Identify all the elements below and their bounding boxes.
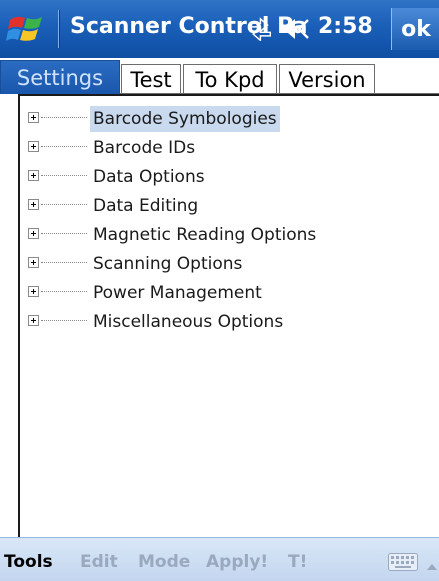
- tree-item-label[interactable]: Data Editing: [90, 193, 201, 219]
- tree-item-power-management[interactable]: Power Management: [20, 280, 420, 306]
- expand-icon[interactable]: [28, 228, 39, 239]
- tree-item-label[interactable]: Magnetic Reading Options: [90, 222, 319, 248]
- tree-item-data-editing[interactable]: Data Editing: [20, 193, 420, 219]
- ok-button[interactable]: ok: [391, 8, 439, 50]
- tree-item-label[interactable]: Power Management: [90, 280, 265, 306]
- tree-connector: [41, 233, 87, 234]
- menu-bar: Tools Edit Mode Apply! T!: [0, 537, 439, 581]
- tree-item-label[interactable]: Barcode IDs: [90, 135, 198, 161]
- chevron-up-icon[interactable]: [426, 557, 438, 570]
- tree-item-scanning-options[interactable]: Scanning Options: [20, 251, 420, 277]
- title-bar: Scanner Control Pa 2:58 ok: [0, 0, 439, 58]
- windows-flag-icon[interactable]: [6, 12, 52, 46]
- tree-connector: [41, 175, 87, 176]
- volume-icon[interactable]: [280, 16, 314, 42]
- tree-connector: [41, 204, 87, 205]
- expand-icon[interactable]: [28, 112, 39, 123]
- tree-connector: [41, 262, 87, 263]
- tree-item-label[interactable]: Scanning Options: [90, 251, 245, 277]
- tree-connector: [41, 291, 87, 292]
- tree-connector: [41, 117, 87, 118]
- tab-version[interactable]: Version: [279, 64, 375, 94]
- tab-strip: Settings Test To Kpd Version: [0, 58, 439, 94]
- tab-settings[interactable]: Settings: [0, 60, 120, 94]
- tree-item-miscellaneous-options[interactable]: Miscellaneous Options: [20, 309, 420, 335]
- clock[interactable]: 2:58: [318, 14, 373, 39]
- tree-item-label[interactable]: Barcode Symbologies: [90, 106, 280, 132]
- expand-icon[interactable]: [28, 141, 39, 152]
- menu-mode[interactable]: Mode: [138, 552, 190, 572]
- tree-item-magnetic-reading-options[interactable]: Magnetic Reading Options: [20, 222, 420, 248]
- tree-item-label[interactable]: Data Options: [90, 164, 208, 190]
- tab-to-kpd[interactable]: To Kpd: [183, 64, 277, 94]
- tree-connector: [41, 320, 87, 321]
- menu-t[interactable]: T!: [288, 552, 307, 572]
- menu-apply[interactable]: Apply!: [206, 552, 268, 572]
- tree-item-barcode-ids[interactable]: Barcode IDs: [20, 135, 420, 161]
- tab-test[interactable]: Test: [121, 64, 181, 94]
- expand-icon[interactable]: [28, 170, 39, 181]
- tree-item-label[interactable]: Miscellaneous Options: [90, 309, 286, 335]
- expand-icon[interactable]: [28, 315, 39, 326]
- tree-item-barcode-symbologies[interactable]: Barcode Symbologies: [20, 106, 420, 132]
- expand-icon[interactable]: [28, 257, 39, 268]
- keyboard-icon[interactable]: [388, 553, 418, 571]
- tree-item-data-options[interactable]: Data Options: [20, 164, 420, 190]
- menu-tools[interactable]: Tools: [4, 552, 53, 572]
- expand-icon[interactable]: [28, 286, 39, 297]
- settings-tree[interactable]: Barcode Symbologies Barcode IDs Data Opt…: [18, 94, 439, 537]
- tree-connector: [41, 146, 87, 147]
- title-separator: [58, 10, 60, 48]
- connectivity-icon[interactable]: [246, 17, 274, 42]
- menu-edit[interactable]: Edit: [80, 552, 118, 572]
- expand-icon[interactable]: [28, 199, 39, 210]
